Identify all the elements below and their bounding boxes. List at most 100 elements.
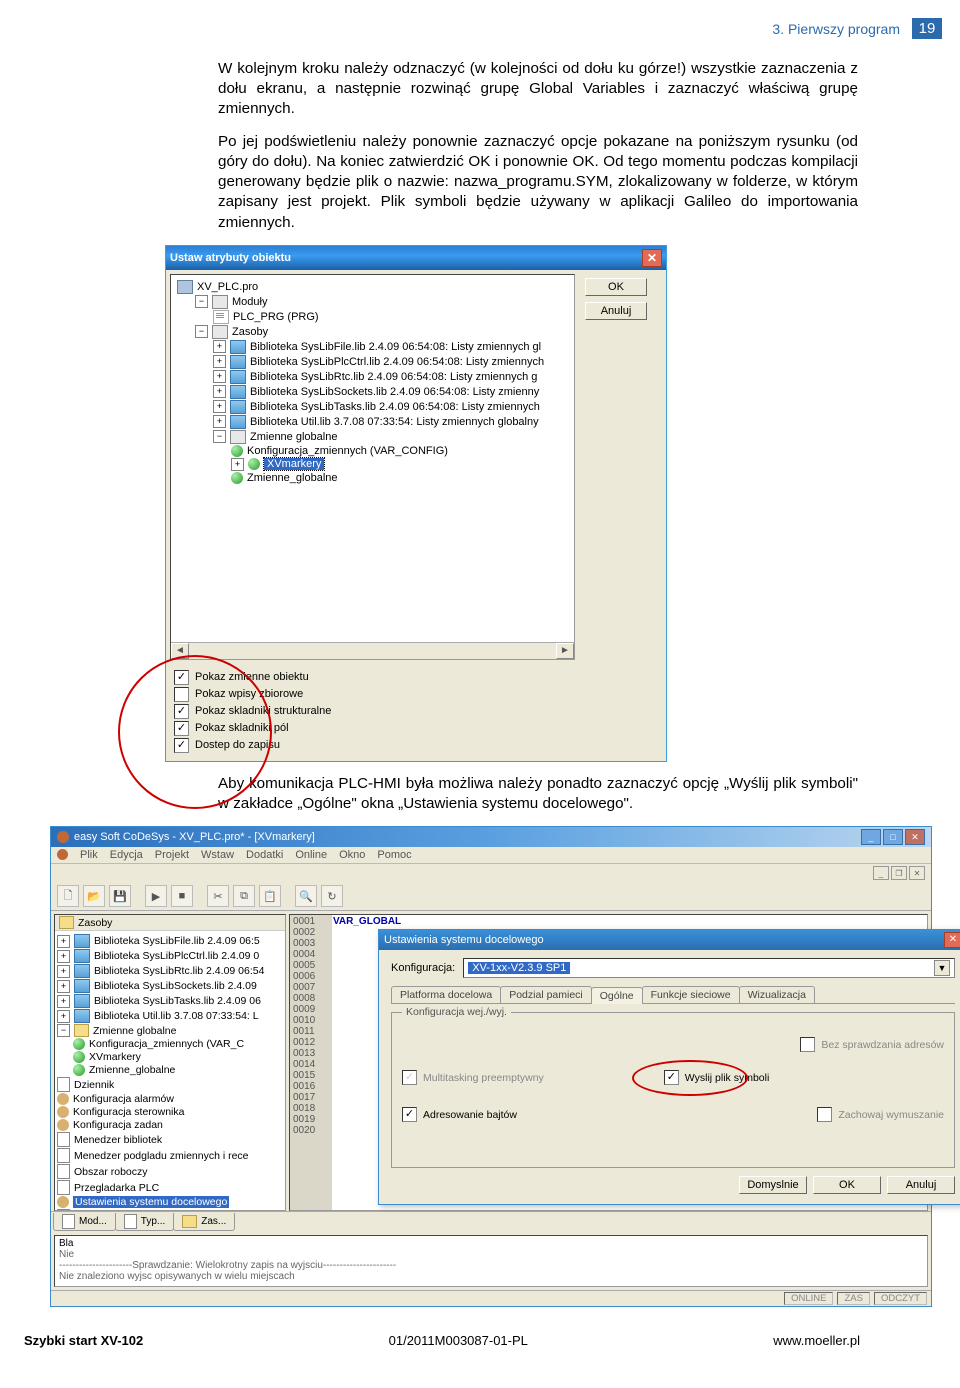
collapse-icon[interactable]: − (195, 295, 208, 308)
toolbar-paste-icon[interactable]: 📋 (259, 885, 281, 907)
expand-icon[interactable]: + (213, 400, 226, 413)
checkbox-icon[interactable]: ✓ (174, 670, 189, 685)
tree-item[interactable]: Biblioteka SysLibFile.lib 2.4.09 06:5 (94, 935, 260, 947)
toolbar-new-icon[interactable]: 🗋 (57, 885, 79, 907)
collapse-icon[interactable]: − (213, 430, 226, 443)
tree-item[interactable]: Biblioteka SysLibPlcCtrl.lib 2.4.09 0 (94, 950, 259, 962)
output-panel[interactable]: Bla Nie ----------------------Sprawdzani… (54, 1235, 928, 1287)
scroll-right-icon[interactable]: ► (556, 643, 574, 659)
expand-icon[interactable]: + (213, 340, 226, 353)
tree-item[interactable]: Menedzer podgladu zmiennych i rece (74, 1150, 249, 1162)
toolbar-findnext-icon[interactable]: ↻ (321, 885, 343, 907)
checkbox-icon[interactable] (174, 687, 189, 702)
tree-plcprg[interactable]: PLC_PRG (PRG) (233, 311, 319, 323)
tree-item[interactable]: Zmienne globalne (93, 1025, 176, 1037)
tree-item[interactable]: Biblioteka SysLibTasks.lib 2.4.09 06 (94, 995, 261, 1007)
close-icon[interactable]: ✕ (642, 249, 662, 267)
toolbar-copy-icon[interactable]: ⧉ (233, 885, 255, 907)
tree-item[interactable]: Zapis sledzenia (74, 1211, 147, 1212)
tab-platform[interactable]: Platforma docelowa (391, 986, 501, 1003)
tree-item-selected[interactable]: Ustawienia systemu docelowego (73, 1196, 229, 1208)
mdi-minimize-icon[interactable]: _ (873, 866, 889, 880)
mdi-restore-icon[interactable]: ❐ (891, 866, 907, 880)
tabstrip[interactable]: Platforma docelowa Podzial pamieci Ogóln… (391, 986, 955, 1004)
mdi-close-icon[interactable]: ✕ (909, 866, 925, 880)
expand-icon[interactable]: + (231, 458, 244, 471)
menu-item[interactable]: Dodatki (246, 849, 283, 861)
tree-global-item[interactable]: Konfiguracja_zmiennych (VAR_CONFIG) (247, 445, 448, 457)
toolbar-save-icon[interactable]: 💾 (109, 885, 131, 907)
resource-tree-panel[interactable]: Zasoby +Biblioteka SysLibFile.lib 2.4.09… (54, 914, 286, 1211)
dialog-titlebar[interactable]: Ustaw atrybuty obiektu ✕ (166, 246, 666, 270)
menu-item[interactable]: Projekt (155, 849, 189, 861)
maximize-icon[interactable]: □ (883, 829, 903, 845)
tree-item[interactable]: Menedzer bibliotek (74, 1134, 162, 1146)
tree-item[interactable]: Zmienne_globalne (89, 1064, 175, 1076)
menu-item[interactable]: Pomoc (377, 849, 411, 861)
scrollbar-horizontal[interactable]: ◄ ► (171, 642, 574, 659)
scroll-left-icon[interactable]: ◄ (171, 643, 189, 659)
tree-lib[interactable]: Biblioteka SysLibPlcCtrl.lib 2.4.09 06:5… (250, 356, 544, 368)
menu-item[interactable]: Wstaw (201, 849, 234, 861)
checkbox-write-access[interactable]: ✓ Dostep do zapisu (174, 738, 658, 753)
checkbox-no-address-check[interactable]: Bez sprawdzania adresów (800, 1037, 944, 1052)
code-editor[interactable]: 0001000200030004000500060007000800090010… (289, 914, 928, 1211)
tree-item[interactable]: Konfiguracja sterownika (73, 1106, 184, 1118)
config-combobox[interactable]: XV-1xx-V2.3.9 SP1 ▼ (463, 958, 955, 978)
expand-icon[interactable]: + (57, 950, 70, 963)
expand-icon[interactable]: + (213, 355, 226, 368)
tab-general[interactable]: Ogólne (591, 987, 643, 1004)
expand-icon[interactable]: + (213, 370, 226, 383)
ide-menubar[interactable]: Plik Edycja Projekt Wstaw Dodatki Online… (51, 847, 931, 864)
tree-lib[interactable]: Biblioteka SysLibSockets.lib 2.4.09 06:5… (250, 386, 539, 398)
tab-visualization[interactable]: Wizualizacja (739, 986, 815, 1003)
tree-global-item[interactable]: Zmienne_globalne (247, 472, 338, 484)
checkbox-send-symbols[interactable]: ✓ Wyslij plik symboli (664, 1070, 770, 1085)
tree-lib[interactable]: Biblioteka Util.lib 3.7.08 07:33:54: Lis… (250, 416, 539, 428)
tree-item[interactable]: Przegladarka PLC (74, 1182, 159, 1194)
code-area[interactable]: VAR_GLOBAL (333, 915, 927, 927)
expand-icon[interactable]: + (57, 980, 70, 993)
dialog-titlebar[interactable]: Ustawienia systemu docelowego ✕ (379, 930, 960, 950)
expand-icon[interactable]: + (57, 965, 70, 978)
close-icon[interactable]: ✕ (905, 829, 925, 845)
ok-button[interactable]: OK (813, 1176, 881, 1194)
bottom-tab-zas[interactable]: Zas... (173, 1213, 235, 1231)
bottom-tab-mod[interactable]: Mod... (53, 1213, 116, 1231)
chevron-down-icon[interactable]: ▼ (934, 960, 950, 976)
minimize-icon[interactable]: _ (861, 829, 881, 845)
checkbox-show-fields[interactable]: ✓ Pokaz skladniki pól (174, 721, 658, 736)
tree-item[interactable]: Biblioteka Util.lib 3.7.08 07:33:54: L (94, 1010, 259, 1022)
ok-button[interactable]: OK (585, 278, 647, 296)
close-icon[interactable]: ✕ (944, 932, 960, 948)
tree-item[interactable]: Obszar roboczy (74, 1166, 148, 1178)
tree-item[interactable]: Konfiguracja_zmiennych (VAR_C (89, 1038, 244, 1050)
tree-global-item-selected[interactable]: XVmarkery (264, 458, 324, 470)
collapse-icon[interactable]: − (195, 325, 208, 338)
tree-item[interactable]: XVmarkery (89, 1051, 141, 1063)
tab-network[interactable]: Funkcje sieciowe (642, 986, 740, 1003)
menu-item[interactable]: Plik (80, 849, 98, 861)
expand-icon[interactable]: + (57, 935, 70, 948)
bottom-tab-typ[interactable]: Typ... (115, 1213, 174, 1231)
checkbox-icon[interactable]: ✓ (174, 704, 189, 719)
tree-item[interactable]: Dziennik (74, 1079, 114, 1091)
collapse-icon[interactable]: − (57, 1024, 70, 1037)
checkbox-show-struct[interactable]: ✓ Pokaz skladniki strukturalne (174, 704, 658, 719)
expand-icon[interactable]: + (213, 385, 226, 398)
toolbar-stop-icon[interactable]: ■ (171, 885, 193, 907)
tree-globals[interactable]: Zmienne globalne (250, 431, 337, 443)
menu-item[interactable]: Okno (339, 849, 365, 861)
toolbar-find-icon[interactable]: 🔍 (295, 885, 317, 907)
checkbox-icon[interactable]: ✓ (174, 738, 189, 753)
checkbox-icon[interactable]: ✓ (664, 1070, 679, 1085)
object-tree[interactable]: XV_PLC.pro − Moduły PLC_PRG (PRG) (170, 274, 575, 660)
menu-item[interactable]: Online (295, 849, 327, 861)
tree-zasoby[interactable]: Zasoby (232, 326, 268, 338)
toolbar-run-icon[interactable]: ▶ (145, 885, 167, 907)
bottom-tabs[interactable]: Mod... Typ... Zas... (51, 1211, 931, 1232)
tree-lib[interactable]: Biblioteka SysLibTasks.lib 2.4.09 06:54:… (250, 401, 540, 413)
checkbox-icon[interactable] (800, 1037, 815, 1052)
ide-toolbar[interactable]: 🗋 📂 💾 ▶ ■ ✂ ⧉ 📋 🔍 ↻ (51, 882, 931, 911)
tree-lib[interactable]: Biblioteka SysLibFile.lib 2.4.09 06:54:0… (250, 341, 541, 353)
